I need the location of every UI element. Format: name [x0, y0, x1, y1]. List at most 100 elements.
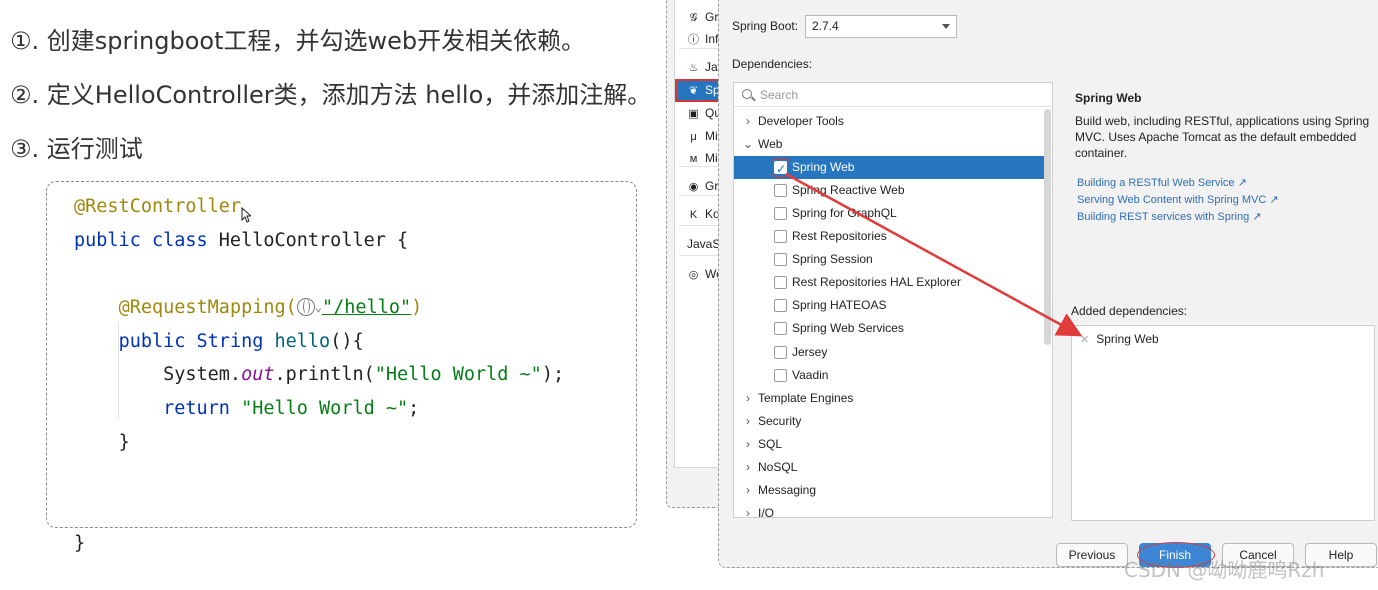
indent-guide — [118, 322, 119, 420]
spring-boot-version: 2.7.4 — [812, 19, 839, 33]
call-end: ); — [541, 364, 565, 386]
keyword: public — [118, 330, 197, 352]
tree-category[interactable]: › Messaging — [734, 479, 1044, 502]
tree-dependency[interactable]: Spring Session — [734, 248, 1044, 271]
tree-row-label: Spring Reactive Web — [792, 183, 905, 198]
gradle-icon: 𝒢 — [689, 12, 698, 24]
tree-dependency[interactable]: Rest Repositories — [734, 225, 1044, 248]
spring-boot-label: Spring Boot: — [732, 19, 799, 33]
dependency-checkbox[interactable] — [774, 207, 787, 221]
dependency-checkbox[interactable] — [771, 158, 790, 181]
link-rest-services-guide[interactable]: Building REST services with Spring ↗ — [1077, 210, 1261, 223]
dependency-checkbox[interactable] — [774, 276, 787, 290]
chevron-right-icon[interactable]: › — [743, 110, 753, 133]
detail-description: Build web, including RESTful, applicatio… — [1075, 114, 1370, 160]
keyword-return: return — [163, 398, 242, 420]
dropdown-arrow-icon — [942, 24, 950, 29]
dependency-checkbox[interactable] — [774, 322, 787, 336]
spring-icon: ❦ — [688, 85, 699, 97]
tree-row-label: NoSQL — [758, 459, 798, 474]
dependency-checkbox[interactable] — [774, 368, 787, 382]
tree-category[interactable]: › Template Engines — [734, 387, 1044, 410]
added-dependency-label: Spring Web — [1096, 332, 1159, 346]
link-restful-guide[interactable]: Building a RESTful Web Service ↗ — [1077, 176, 1247, 189]
search-icon — [742, 89, 752, 99]
tree-row-label: I/O — [758, 505, 775, 518]
tree-row-label: Developer Tools — [758, 114, 844, 128]
chevron-right-icon[interactable]: › — [743, 387, 753, 410]
new-project-window: 𝒢 Gr ⓘ Inf ♨ Jav ❦ Spr ▣ Qu μ Mi ᴍ Mi ◉ Gr K Ko JavaSc ◎ We — [666, 0, 728, 508]
tree-dependency[interactable]: Spring for GraphQL — [734, 202, 1044, 225]
tree-dependency[interactable]: Spring Web — [734, 156, 1044, 181]
dependency-checkbox[interactable] — [774, 230, 787, 244]
tree-scrollbar[interactable] — [1044, 109, 1051, 345]
mapping-path: "/hello" — [322, 297, 412, 319]
remove-icon[interactable]: ✕ — [1080, 334, 1089, 346]
added-dependencies-list: ✕ Spring Web — [1071, 325, 1375, 521]
previous-button[interactable]: Previous — [1056, 543, 1128, 567]
generator-label: Mi — [705, 151, 718, 165]
tree-row-label: Jersey — [792, 344, 828, 359]
steps-list: ①. 创建springboot工程，并勾选web开发相关依赖。 ②. 定义Hel… — [10, 24, 670, 186]
chevron-right-icon[interactable]: › — [743, 456, 753, 479]
quarkus-icon: ▣ — [688, 108, 699, 120]
code-snippet: @RestController public class HelloContro… — [46, 181, 637, 554]
tree-dependency[interactable]: Jersey — [734, 341, 1044, 364]
method-paren: (){ — [330, 330, 364, 352]
mouse-cursor-icon — [241, 207, 251, 223]
dependency-tree: Search › Developer Tools ⌄ Web Spring Web Spr… — [733, 82, 1053, 518]
tree-row-label: Messaging — [758, 482, 817, 497]
chevron-right-icon[interactable]: › — [743, 479, 753, 502]
statement-end: ; — [408, 398, 420, 420]
globe-icon[interactable] — [296, 298, 315, 317]
return-type: String — [196, 330, 275, 352]
tree-dependency[interactable]: Spring Web Services — [734, 317, 1044, 340]
added-dependencies-label: Added dependencies: — [1071, 304, 1188, 318]
tree-dependency[interactable]: Spring HATEOAS — [734, 294, 1044, 317]
tree-row-label: Spring Session — [792, 252, 873, 267]
chevron-right-icon[interactable]: › — [743, 410, 753, 433]
chevron-right-icon[interactable]: › — [743, 502, 753, 517]
println-call: .println( — [274, 364, 375, 386]
tree-row-label: Spring Web — [792, 160, 855, 175]
spring-boot-version-select[interactable]: 2.7.4 — [805, 15, 957, 38]
tree-category[interactable]: › NoSQL — [734, 456, 1044, 479]
search-input[interactable]: Search — [734, 83, 1052, 107]
generator-label: Gr — [705, 10, 719, 24]
dependency-checkbox[interactable] — [774, 184, 787, 198]
tree-dependency[interactable]: Vaadin — [734, 364, 1044, 387]
micronaut-icon: μ — [690, 131, 697, 143]
tree-row-label: Spring for GraphQL — [792, 206, 897, 221]
step-3: ③. 运行测试 — [10, 135, 143, 163]
tree-row-label: Vaadin — [792, 367, 829, 382]
tree-row-label: Security — [758, 413, 802, 428]
kotlin-icon: K — [689, 209, 698, 221]
tree-row-label: Rest Repositories — [792, 229, 887, 244]
step-1: ①. 创建springboot工程，并勾选web开发相关依赖。 — [10, 27, 586, 55]
chevron-down-icon[interactable]: ⌄ — [315, 291, 322, 325]
chevron-right-icon[interactable]: › — [743, 433, 753, 456]
tree-category[interactable]: › I/O — [734, 502, 1044, 518]
annotation-close: ) — [411, 297, 423, 319]
dependency-checkbox[interactable] — [774, 345, 787, 359]
code-body: @RestController public class HelloContro… — [74, 190, 564, 561]
out-field: out — [241, 364, 275, 386]
tree-category[interactable]: ⌄ Web — [734, 133, 1044, 156]
tree-dependency[interactable]: Rest Repositories HAL Explorer — [734, 271, 1044, 294]
method-name: hello — [274, 330, 331, 352]
tree-category[interactable]: › SQL — [734, 433, 1044, 456]
dependency-checkbox[interactable] — [774, 299, 787, 313]
tree-category[interactable]: › Security — [734, 410, 1044, 433]
annotation-request-mapping: @RequestMapping( — [118, 297, 297, 319]
generator-label: Mi — [705, 129, 718, 143]
link-spring-mvc-guide[interactable]: Serving Web Content with Spring MVC ↗ — [1077, 193, 1279, 206]
added-dependency-item: ✕ Spring Web — [1080, 332, 1159, 346]
keyword: public class — [74, 229, 219, 251]
class-close-brace: } — [74, 532, 86, 554]
java-icon: ♨ — [688, 62, 699, 74]
tree-dependency[interactable]: Spring Reactive Web — [734, 179, 1044, 202]
tree-row-label: SQL — [758, 436, 783, 451]
tree-category[interactable]: › Developer Tools — [734, 110, 1044, 133]
chevron-down-icon[interactable]: ⌄ — [743, 133, 753, 156]
dependency-checkbox[interactable] — [774, 253, 787, 267]
